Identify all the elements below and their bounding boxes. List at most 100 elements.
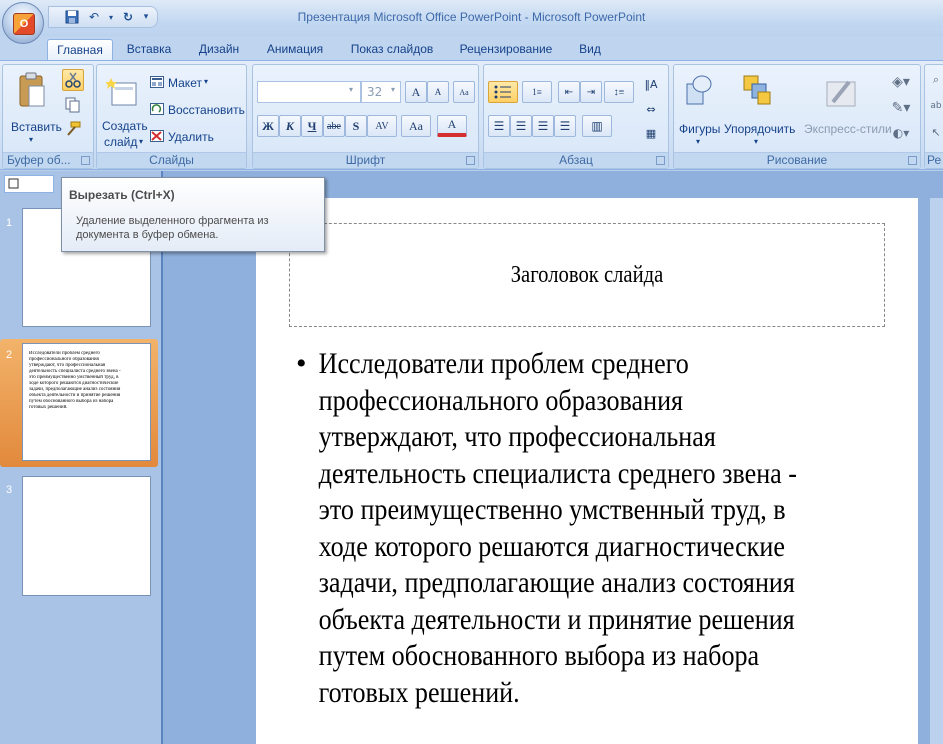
delete-slide-icon[interactable] (149, 129, 165, 143)
justify-icon[interactable]: ☰ (554, 115, 576, 137)
slide-thumbnail-2[interactable]: Исследователи проблем среднего профессион… (22, 343, 151, 461)
slide-title: Заголовок слайда (510, 262, 664, 288)
align-text-icon[interactable]: ⇔ (640, 99, 662, 119)
body-line: ходе которого решаются диагностические (318, 529, 785, 563)
tab-design[interactable]: Дизайн (190, 39, 248, 60)
tab-review[interactable]: Рецензирование (450, 39, 562, 60)
font-launcher-icon[interactable] (466, 156, 475, 165)
editing-group: ⌕ ab ↖ Ре (924, 64, 943, 169)
shapes-button[interactable]: Фигуры (679, 122, 720, 136)
font-group-label: Шрифт (253, 152, 478, 168)
font-size-dropdown-icon[interactable]: ▾ (391, 85, 395, 94)
new-slide-dropdown-icon[interactable]: ▾ (139, 137, 143, 146)
ribbon: Вставить ▾ Буфер об... Создать слайд ▾ М… (0, 60, 943, 170)
layout-button[interactable]: Макет (168, 76, 202, 90)
delete-slide-button[interactable]: Удалить (168, 130, 214, 144)
increase-indent-icon[interactable]: ⇥ (580, 81, 602, 103)
align-right-icon[interactable]: ☰ (532, 115, 554, 137)
cut-tooltip: Вырезать (Ctrl+X) Удаление выделенного ф… (61, 177, 325, 252)
tooltip-title: Вырезать (Ctrl+X) (69, 188, 175, 202)
copy-icon[interactable] (63, 95, 83, 115)
office-logo-icon: O (13, 13, 35, 35)
arrange-dropdown-icon[interactable]: ▾ (754, 137, 758, 146)
clear-formatting-icon[interactable]: Aa (453, 81, 475, 103)
font-name-dropdown-icon[interactable]: ▾ (349, 85, 353, 94)
arrange-button[interactable]: Упорядочить (724, 122, 795, 136)
title-bar: ↶ ▾ ↻ ▾ Презентация Microsoft Office Pow… (0, 0, 943, 36)
body-line: профессионального образования (318, 383, 684, 417)
new-slide-button-line2[interactable]: слайд (104, 135, 137, 149)
body-text-lines: Исследователи проблем среднего профессион… (296, 346, 896, 711)
text-direction-icon[interactable]: ‖A (640, 73, 662, 95)
layout-dropdown-icon[interactable]: ▾ (204, 77, 208, 86)
select-icon[interactable]: ↖ (928, 123, 943, 141)
cut-icon[interactable] (62, 69, 84, 91)
numbering-icon[interactable]: 1≡ (522, 81, 552, 103)
char-spacing-button[interactable]: AV (367, 115, 397, 137)
slide-thumbnail-3[interactable] (22, 476, 151, 596)
thumbnail-line: готовых решений. (29, 405, 68, 410)
body-placeholder[interactable]: • Исследователи проблем среднего професси… (296, 346, 896, 711)
underline-button[interactable]: Ч (301, 115, 323, 137)
shape-fill-icon[interactable]: ◈▾ (886, 71, 916, 93)
paragraph-group: 1≡ ⇤ ⇥ ↕≡ ‖A ⇔ ▦ ☰ ☰ ☰ ☰ ▥ Абзац (483, 64, 669, 169)
shape-outline-icon[interactable]: ✎▾ (886, 97, 916, 119)
paste-button[interactable]: Вставить (11, 120, 62, 134)
tab-insert[interactable]: Вставка (120, 39, 178, 60)
ribbon-tabs: Главная Вставка Дизайн Анимация Показ сл… (0, 36, 943, 60)
shapes-icon[interactable] (684, 73, 714, 109)
strikethrough-button[interactable]: abe (323, 115, 345, 137)
title-placeholder[interactable]: Заголовок слайда (289, 223, 885, 327)
tab-animation[interactable]: Анимация (258, 39, 332, 60)
decrease-indent-icon[interactable]: ⇤ (558, 81, 580, 103)
columns-icon[interactable]: ▥ (582, 115, 612, 137)
shapes-dropdown-icon[interactable]: ▾ (696, 137, 700, 146)
new-slide-button[interactable]: Создать (102, 119, 148, 133)
shadow-button[interactable]: S (345, 115, 367, 137)
body-line: задачи, предполагающие анализ состояния (318, 566, 795, 599)
shape-effects-icon[interactable]: ◐▾ (886, 123, 916, 143)
slide-number-2: 2 (6, 349, 13, 361)
quick-styles-icon[interactable] (824, 75, 858, 109)
slides-tab[interactable] (4, 175, 54, 193)
italic-button[interactable]: К (279, 115, 301, 137)
line-spacing-icon[interactable]: ↕≡ (604, 81, 634, 103)
paste-icon[interactable] (15, 71, 49, 111)
layout-icon[interactable] (149, 75, 165, 89)
new-slide-icon[interactable] (105, 75, 139, 109)
drawing-launcher-icon[interactable] (908, 156, 917, 165)
office-button[interactable]: O (2, 2, 44, 44)
format-painter-icon[interactable] (63, 119, 83, 139)
paste-dropdown-icon[interactable]: ▾ (29, 135, 33, 144)
change-case-button[interactable]: Aa (401, 115, 431, 137)
replace-icon[interactable]: ab (928, 97, 943, 115)
drawing-group-label: Рисование (674, 152, 920, 168)
reset-icon[interactable] (149, 102, 165, 116)
slide-number-1: 1 (6, 217, 13, 229)
tab-view[interactable]: Вид (570, 39, 610, 60)
arrange-icon[interactable] (742, 73, 772, 109)
smartart-icon[interactable]: ▦ (640, 123, 662, 143)
window-title: Презентация Microsoft Office PowerPoint … (297, 10, 646, 24)
align-center-icon[interactable]: ☰ (510, 115, 532, 137)
clipboard-group-label: Буфер об... (3, 152, 93, 168)
clipboard-launcher-icon[interactable] (81, 156, 90, 165)
tab-home[interactable]: Главная (47, 39, 113, 60)
drawing-group: Фигуры ▾ Упорядочить ▾ Экспресс-стили ◈▾… (673, 64, 921, 169)
slides-group-label: Слайды (97, 152, 246, 168)
editing-group-label: Ре (925, 152, 943, 168)
bold-button[interactable]: Ж (257, 115, 279, 137)
slides-group: Создать слайд ▾ Макет ▾ Восстановить Уда… (96, 64, 247, 169)
font-name-combo[interactable] (257, 81, 361, 103)
bullets-icon[interactable] (488, 81, 518, 103)
reset-button[interactable]: Восстановить (168, 103, 245, 117)
tab-slideshow[interactable]: Показ слайдов (342, 39, 442, 60)
grow-font-button[interactable]: A (405, 81, 427, 103)
quick-styles-button[interactable]: Экспресс-стили (804, 122, 892, 136)
align-left-icon[interactable]: ☰ (488, 115, 510, 137)
shrink-font-button[interactable]: A (427, 81, 449, 103)
find-icon[interactable]: ⌕ (928, 71, 943, 89)
paragraph-launcher-icon[interactable] (656, 156, 665, 165)
font-color-button[interactable]: A (437, 115, 467, 137)
vertical-scrollbar[interactable] (930, 198, 943, 744)
